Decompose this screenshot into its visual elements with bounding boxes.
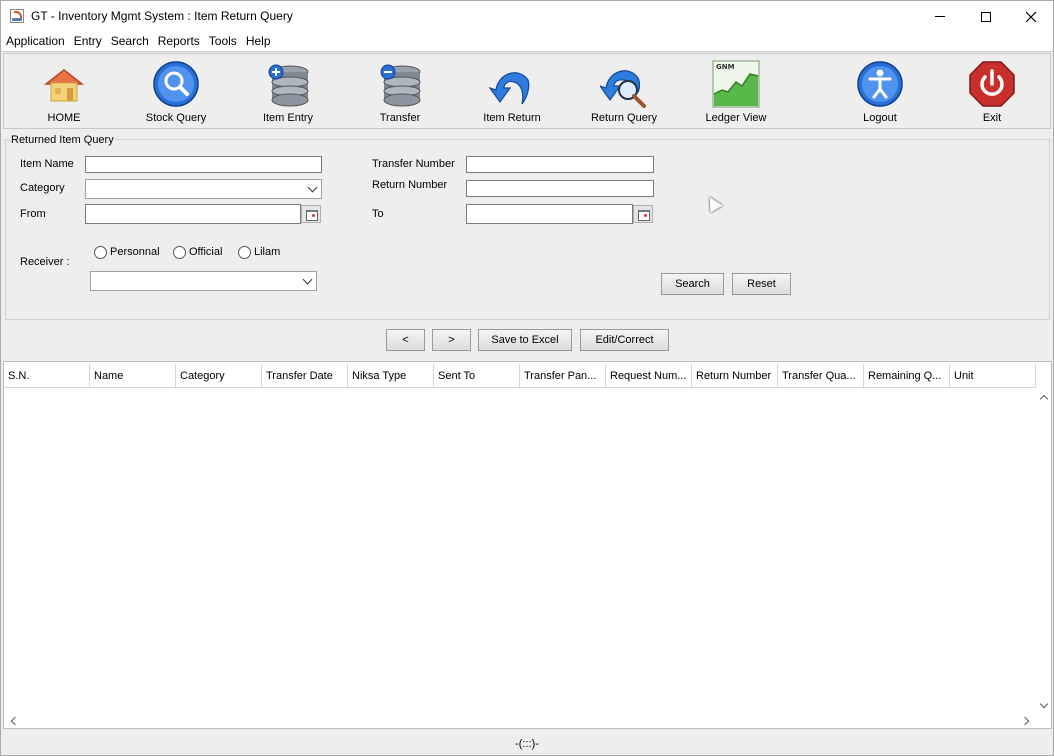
receiver-select[interactable]: [90, 271, 317, 291]
column-header-sent-to[interactable]: Sent To: [434, 364, 520, 388]
column-header-request-num[interactable]: Request Num...: [606, 364, 692, 388]
close-icon: [1025, 11, 1037, 22]
receiver-label: Receiver :: [20, 256, 70, 268]
to-label: To: [372, 208, 384, 220]
next-page-button[interactable]: >: [432, 329, 471, 351]
scroll-left-icon[interactable]: [10, 716, 20, 726]
save-to-excel-button[interactable]: Save to Excel: [478, 329, 572, 351]
to-calendar-button[interactable]: [633, 205, 653, 223]
maximize-button[interactable]: [963, 1, 1009, 32]
scroll-down-icon[interactable]: [1039, 699, 1049, 709]
scroll-right-icon[interactable]: [1020, 716, 1030, 726]
query-panel-title: Returned Item Query: [10, 134, 115, 146]
reset-button[interactable]: Reset: [732, 273, 791, 295]
toolbar-item-entry-label: Item Entry: [262, 112, 314, 124]
toolbar-exit-button[interactable]: Exit: [947, 54, 1037, 128]
menu-reports[interactable]: Reports: [153, 32, 204, 51]
toolbar-item-entry-button[interactable]: Item Entry: [243, 54, 333, 128]
from-date-input[interactable]: [85, 204, 301, 224]
toolbar-ledger-view-label: Ledger View: [705, 112, 767, 124]
java-app-icon: [10, 9, 24, 23]
receiver-personnal-radio[interactable]: [94, 246, 107, 259]
magnifier-icon: [153, 61, 199, 107]
from-label: From: [20, 208, 46, 220]
ledger-chart-icon: GNM: [712, 60, 760, 108]
receiver-personnal-label: Personnal: [110, 246, 160, 258]
minimize-icon: [935, 16, 945, 17]
toolbar-exit-label: Exit: [982, 112, 1002, 124]
toolbar-ledger-view-button[interactable]: GNM Ledger View: [691, 54, 781, 128]
maximize-icon: [981, 11, 991, 22]
receiver-official-label: Official: [189, 246, 223, 258]
home-icon: [43, 69, 85, 102]
column-header-transfer-pan[interactable]: Transfer Pan...: [520, 364, 606, 388]
receiver-official-radio[interactable]: [173, 246, 186, 259]
to-date-input[interactable]: [466, 204, 633, 224]
toolbar-transfer-label: Transfer: [379, 112, 421, 124]
main-toolbar: HOME Stock Query Item Entry Transfer Ite…: [3, 53, 1051, 129]
return-search-icon: [600, 70, 646, 108]
window-title: GT - Inventory Mgmt System : Item Return…: [31, 9, 293, 23]
vertical-scrollbar[interactable]: [1036, 388, 1052, 715]
previous-page-button[interactable]: <: [386, 329, 425, 351]
column-header-transfer-qua[interactable]: Transfer Qua...: [778, 364, 864, 388]
column-header-unit[interactable]: Unit: [950, 364, 1036, 388]
toolbar-stock-query-label: Stock Query: [145, 112, 207, 124]
menu-search[interactable]: Search: [106, 32, 153, 51]
from-calendar-button[interactable]: [301, 205, 321, 223]
toolbar-stock-query-button[interactable]: Stock Query: [131, 54, 221, 128]
scroll-up-icon[interactable]: [1039, 394, 1049, 404]
column-header-return-number[interactable]: Return Number: [692, 364, 778, 388]
toolbar-item-return-label: Item Return: [483, 112, 541, 124]
horizontal-scrollbar[interactable]: [4, 713, 1035, 729]
search-button[interactable]: Search: [661, 273, 724, 295]
database-remove-icon: [380, 64, 421, 107]
column-header-category[interactable]: Category: [176, 364, 262, 388]
category-label: Category: [20, 182, 65, 194]
logout-person-icon: [857, 61, 903, 107]
status-bar: -(:::)-: [1, 732, 1053, 755]
menu-entry[interactable]: Entry: [69, 32, 106, 51]
transfer-number-input[interactable]: [466, 156, 654, 173]
item-name-input[interactable]: [85, 156, 322, 173]
column-header-transfer-date[interactable]: Transfer Date: [262, 364, 348, 388]
toolbar-return-query-label: Return Query: [590, 112, 658, 124]
app-window: GT - Inventory Mgmt System : Item Return…: [0, 0, 1054, 756]
receiver-lilam-radio[interactable]: [238, 246, 251, 259]
return-arrow-icon: [488, 72, 530, 105]
toolbar-transfer-button[interactable]: Transfer: [355, 54, 445, 128]
close-button[interactable]: [1008, 1, 1054, 32]
toolbar-item-return-button[interactable]: Item Return: [467, 54, 557, 128]
title-bar: GT - Inventory Mgmt System : Item Return…: [1, 1, 1053, 32]
ledger-badge-text: GNM: [716, 63, 735, 71]
receiver-lilam-label: Lilam: [254, 246, 281, 258]
column-header-name[interactable]: Name: [90, 364, 176, 388]
toolbar-home-button[interactable]: HOME: [19, 54, 109, 128]
toolbar-logout-button[interactable]: Logout: [835, 54, 925, 128]
menu-bar: Application Entry Search Reports Tools H…: [1, 32, 1053, 52]
edit-correct-button[interactable]: Edit/Correct: [580, 329, 669, 351]
category-select[interactable]: [85, 179, 322, 199]
chevron-down-icon: [302, 274, 313, 285]
item-name-label: Item Name: [20, 158, 74, 170]
column-header-sn[interactable]: S.N.: [4, 364, 90, 388]
menu-tools[interactable]: Tools: [204, 32, 241, 51]
chevron-down-icon: [307, 182, 318, 193]
menu-application[interactable]: Application: [1, 32, 69, 51]
power-icon: [969, 61, 1015, 107]
column-header-niksa-type[interactable]: Niksa Type: [348, 364, 434, 388]
minimize-button[interactable]: [917, 1, 963, 32]
database-add-icon: [268, 64, 309, 107]
column-header-remaining-q[interactable]: Remaining Q...: [864, 364, 950, 388]
results-table[interactable]: S.N. Name Category Transfer Date Niksa T…: [3, 361, 1052, 729]
transfer-number-label: Transfer Number: [372, 158, 455, 170]
menu-help[interactable]: Help: [241, 32, 275, 51]
return-number-input[interactable]: [466, 180, 654, 197]
return-number-label: Return Number: [372, 179, 448, 191]
toolbar-home-label: HOME: [47, 112, 81, 124]
toolbar-logout-label: Logout: [863, 112, 897, 124]
toolbar-return-query-button[interactable]: Return Query: [579, 54, 669, 128]
